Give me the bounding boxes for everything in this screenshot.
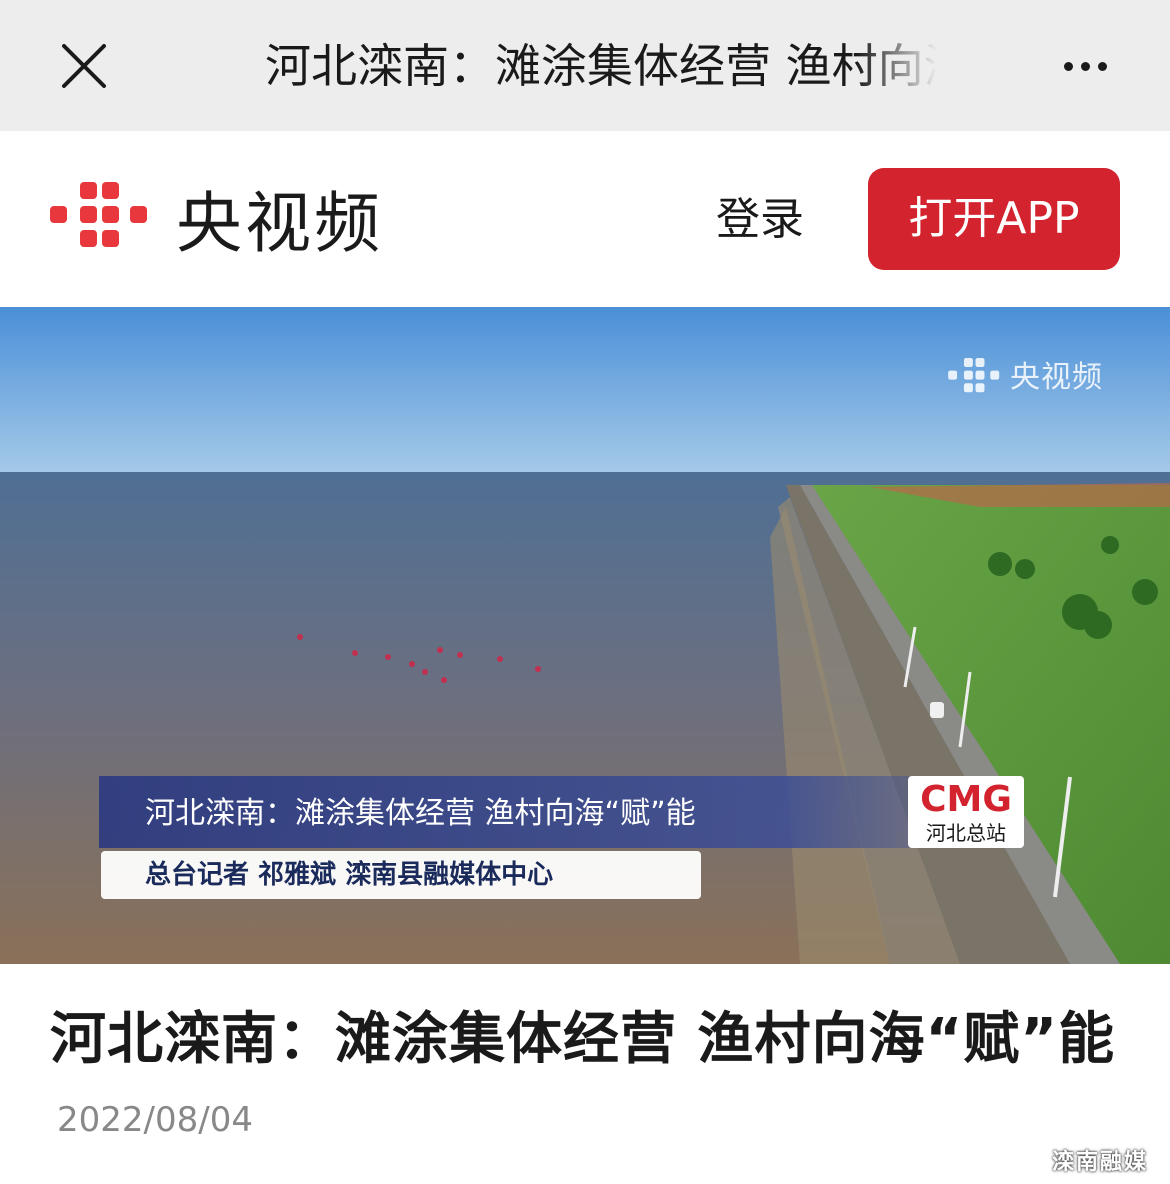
close-icon: [62, 44, 106, 88]
close-button[interactable]: [56, 38, 112, 94]
video-caption: 河北滦南：滩涂集体经营 渔村向海“赋”能: [145, 796, 696, 831]
cmg-station-label: 河北总站: [926, 821, 1006, 845]
more-dot: [1097, 61, 1107, 71]
page-title: 河北滦南：滩涂集体经营 渔村向海“赋”能: [265, 39, 937, 93]
video-watermark: 央视频: [948, 358, 1103, 398]
corner-watermark: 滦南融媒: [1052, 1149, 1149, 1175]
watermark-text: 央视频: [1010, 360, 1103, 395]
open-app-button[interactable]: 打开APP: [868, 168, 1120, 270]
more-dot: [1080, 61, 1090, 71]
brand-logo-text: 央视频: [176, 185, 383, 262]
article-title: 河北滦南：滩涂集体经营 渔村向海“赋”能: [50, 1007, 1116, 1072]
yangshipin-logo-icon: [50, 182, 147, 247]
login-link[interactable]: 登录: [716, 192, 804, 248]
video-credit: 总台记者 祁雅斌 滦南县融媒体中心: [145, 860, 554, 890]
yangshipin-watermark-icon: [948, 358, 1000, 393]
more-dots-icon: [1063, 61, 1073, 71]
cmg-logo: CMG: [920, 779, 1012, 820]
more-options-button[interactable]: [1050, 44, 1120, 88]
article-date: 2022/08/04: [57, 1100, 253, 1140]
